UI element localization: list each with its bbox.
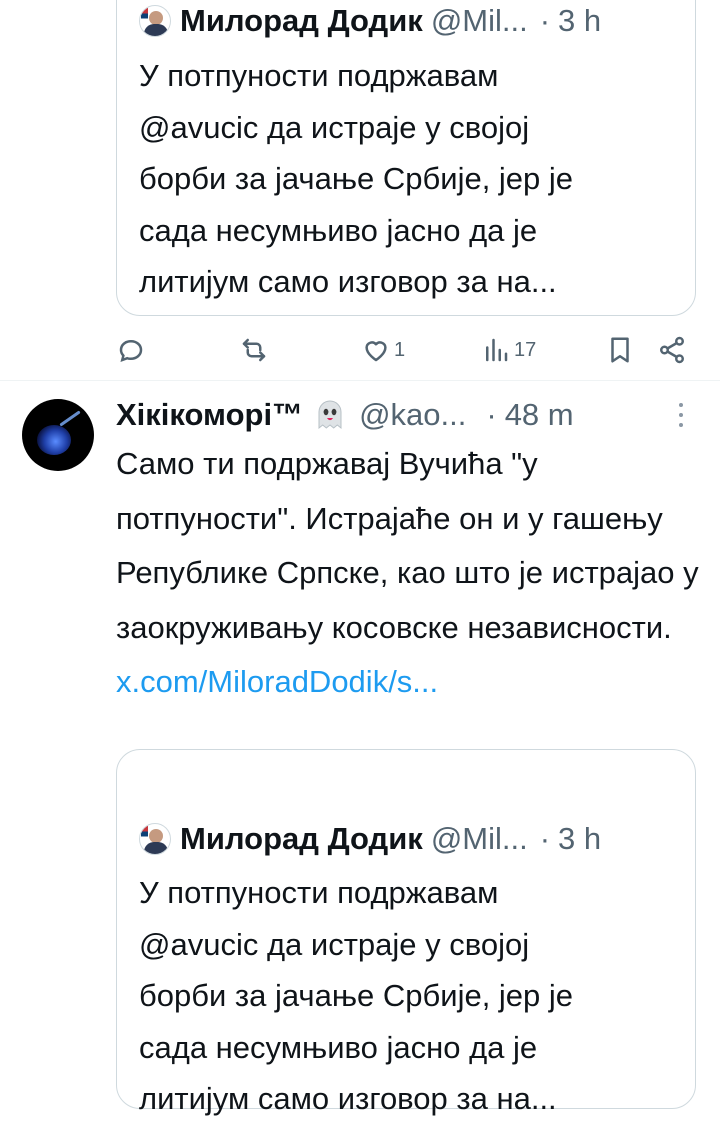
quoted-author-handle: @Mil... [430,821,528,856]
like-button[interactable]: 1 [361,330,405,370]
tweet-link[interactable]: x.com/MiloradDodik/s... [116,655,706,710]
bookmark-icon [611,337,629,363]
like-count: 1 [394,338,406,361]
author-name[interactable]: Хікікоморі™ [116,397,303,433]
quoted-tweet-text: У потпуности подржавам @avucic да истрај… [139,875,574,1116]
tweet-header: Хікікоморі™ @kao... · 48 m [116,393,574,437]
quoted-tweet-card[interactable]: Милорад Додик @Mil... · 3 h У потпуности… [116,749,696,1116]
author-handle[interactable]: @kao... [359,397,466,433]
separator-dot: · [539,3,551,38]
quoted-tweet-text: У потпуности подржавам @avucic да истрај… [139,58,574,299]
reply-button[interactable] [116,330,149,370]
separator-dot: · [486,397,497,432]
views-icon [486,338,508,362]
heart-icon [365,341,387,362]
quoted-author-avatar [139,5,171,37]
separator-dot: · [539,821,551,856]
author-avatar[interactable] [22,399,94,471]
views-count: 17 [514,338,537,361]
quoted-timestamp[interactable]: 3 h [558,821,601,857]
tweet-timestamp[interactable]: 48 m [505,397,574,433]
ghost-emoji-icon [318,400,342,430]
bookmark-button[interactable] [605,330,635,370]
share-button[interactable] [657,330,687,370]
tweet-text: Само ти подржавај Вучића "у потпуности".… [116,446,699,645]
quoted-author-name: Милорад Додик [180,821,423,856]
more-options-icon[interactable] [674,403,688,433]
quoted-author-avatar [139,823,171,855]
quoted-author-handle: @Mil... [430,3,528,38]
quoted-author-name: Милорад Додик [180,3,423,38]
tweet-divider [0,380,720,381]
retweet-icon [242,338,266,362]
quoted-tweet-header: Милорад Додик @Mil... · 3 h [139,821,601,857]
tweet-body: Само ти подржавај Вучића "у потпуности".… [116,437,706,710]
quoted-tweet-card[interactable]: Милорад Додик @Mil... · 3 h У потпуности… [116,0,696,316]
share-icon [660,336,684,364]
reply-icon [119,339,143,362]
views-button[interactable]: 17 [481,330,536,370]
quoted-tweet-header: Милорад Додик @Mil... · 3 h [139,3,601,39]
quoted-timestamp[interactable]: 3 h [558,3,601,39]
tweet-action-bar: 1 17 [0,330,720,370]
retweet-button[interactable] [239,330,272,370]
